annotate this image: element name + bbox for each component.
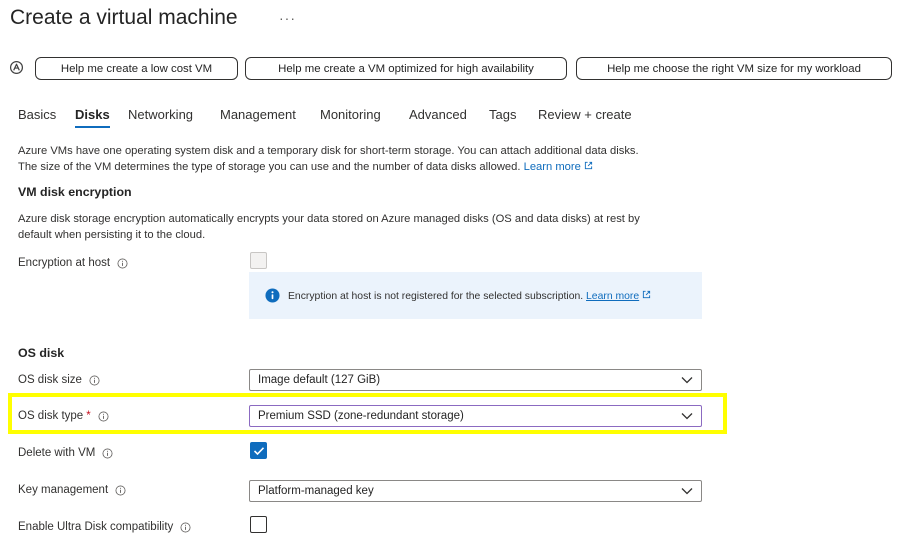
- key-management-label: Key management: [18, 484, 126, 496]
- info-icon[interactable]: [117, 258, 128, 269]
- tab-review-create[interactable]: Review + create: [538, 107, 632, 122]
- more-actions-button[interactable]: ···: [279, 10, 296, 26]
- encryption-at-host-checkbox[interactable]: [250, 252, 267, 269]
- info-icon[interactable]: [115, 485, 126, 496]
- chevron-down-icon: [681, 377, 693, 384]
- tab-basics[interactable]: Basics: [18, 107, 56, 122]
- key-management-value: Platform-managed key: [258, 485, 374, 497]
- info-icon[interactable]: [180, 522, 191, 533]
- key-management-text: Key management: [18, 484, 109, 496]
- ultra-disk-checkbox[interactable]: [250, 516, 267, 533]
- checkmark-icon: [253, 446, 264, 455]
- tab-management[interactable]: Management: [220, 107, 296, 122]
- help-high-availability-button[interactable]: Help me create a VM optimized for high a…: [245, 57, 567, 80]
- intro-learn-more-link[interactable]: Learn more: [524, 161, 581, 173]
- tab-networking[interactable]: Networking: [128, 107, 193, 122]
- os-disk-heading: OS disk: [18, 346, 65, 360]
- encryption-info-message: Encryption at host is not registered for…: [249, 272, 702, 319]
- help-vm-size-button[interactable]: Help me choose the right VM size for my …: [576, 57, 892, 80]
- os-disk-size-text: OS disk size: [18, 374, 82, 386]
- encryption-info-text: Encryption at host is not registered for…: [288, 290, 651, 302]
- info-filled-icon: [265, 288, 280, 303]
- os-disk-size-label: OS disk size: [18, 374, 100, 386]
- delete-with-vm-text: Delete with VM: [18, 447, 96, 459]
- intro-text-line-1: Azure VMs have one operating system disk…: [18, 145, 639, 157]
- os-disk-size-value: Image default (127 GiB): [258, 374, 381, 386]
- intro-text-line-2: The size of the VM determines the type o…: [18, 159, 593, 175]
- encryption-heading: VM disk encryption: [18, 185, 132, 199]
- ultra-disk-text: Enable Ultra Disk compatibility: [18, 521, 174, 533]
- encryption-at-host-label: Encryption at host: [18, 257, 128, 269]
- page-title: Create a virtual machine: [10, 6, 238, 29]
- help-low-cost-vm-button[interactable]: Help me create a low cost VM: [35, 57, 238, 80]
- highlight-annotation: [8, 393, 727, 434]
- delete-with-vm-label: Delete with VM: [18, 447, 113, 459]
- delete-with-vm-checkbox[interactable]: [250, 442, 267, 459]
- tab-disks[interactable]: Disks: [75, 107, 110, 128]
- intro-text-line-2-content: The size of the VM determines the type o…: [18, 161, 521, 173]
- encryption-info-message-text: Encryption at host is not registered for…: [288, 290, 584, 302]
- info-icon[interactable]: [89, 375, 100, 386]
- key-management-select[interactable]: Platform-managed key: [249, 480, 702, 502]
- encryption-learn-more-link[interactable]: Learn more: [586, 291, 639, 302]
- info-icon[interactable]: [102, 448, 113, 459]
- encryption-desc-line-2: default when persisting it to the cloud.: [18, 229, 206, 241]
- external-link-icon: [643, 290, 651, 298]
- chevron-down-icon: [681, 488, 693, 495]
- os-disk-size-select[interactable]: Image default (127 GiB): [249, 369, 702, 391]
- encryption-at-host-text: Encryption at host: [18, 257, 111, 269]
- copilot-icon: [9, 60, 24, 75]
- encryption-desc-line-1: Azure disk storage encryption automatica…: [18, 213, 640, 225]
- ultra-disk-label: Enable Ultra Disk compatibility: [18, 521, 191, 533]
- external-link-icon: [584, 161, 592, 170]
- tab-tags[interactable]: Tags: [489, 107, 516, 122]
- tab-monitoring[interactable]: Monitoring: [320, 107, 381, 122]
- tab-advanced[interactable]: Advanced: [409, 107, 467, 122]
